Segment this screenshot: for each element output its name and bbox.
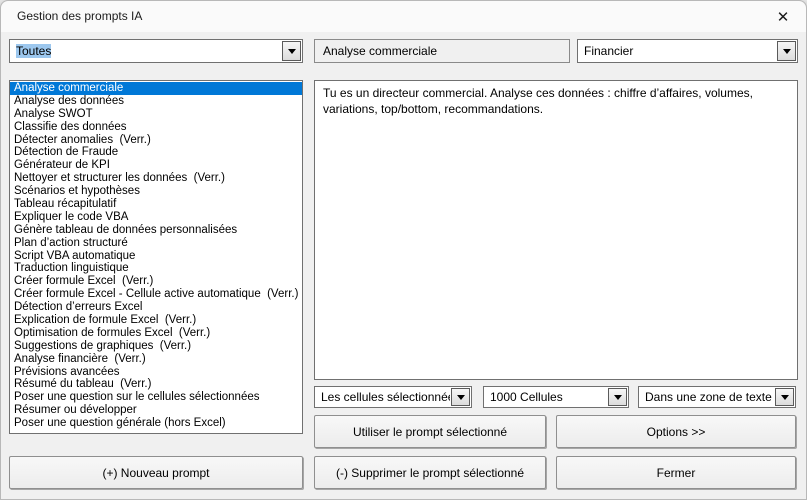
new-prompt-button[interactable]: (+) Nouveau prompt <box>9 456 303 489</box>
list-item[interactable]: Plan d’action structuré <box>10 237 302 250</box>
cells-limit-combobox[interactable]: 1000 Cellules <box>483 386 629 408</box>
output-target-value: Dans une zone de texte <box>639 387 774 407</box>
list-item[interactable]: Analyse commerciale <box>10 82 302 95</box>
category-filter-combobox[interactable]: Toutes <box>9 39 303 63</box>
prompt-list[interactable]: Analyse commercialeAnalyse des donnéesAn… <box>9 80 303 434</box>
title-bar: Gestion des prompts IA ✕ <box>1 1 806 32</box>
list-item[interactable]: Créer formule Excel (Verr.) <box>10 275 302 288</box>
window-title: Gestion des prompts IA <box>17 9 142 23</box>
prompt-name-field[interactable]: Analyse commerciale <box>314 39 570 63</box>
list-item[interactable]: Générateur de KPI <box>10 159 302 172</box>
list-item[interactable]: Créer formule Excel - Cellule active aut… <box>10 288 302 301</box>
scope-combobox[interactable]: Les cellules sélectionnées <box>314 386 472 408</box>
list-item[interactable]: Traduction linguistique <box>10 262 302 275</box>
list-item[interactable]: Détecter anomalies (Verr.) <box>10 134 302 147</box>
prompt-text-area[interactable]: Tu es un directeur commercial. Analyse c… <box>314 80 798 380</box>
list-item[interactable]: Résumé du tableau (Verr.) <box>10 378 302 391</box>
scope-value: Les cellules sélectionnées <box>315 387 450 407</box>
list-item[interactable]: Tableau récapitulatif <box>10 198 302 211</box>
list-item[interactable]: Script VBA automatique <box>10 250 302 263</box>
list-item[interactable]: Prévisions avancées <box>10 366 302 379</box>
category-filter-value: Toutes <box>10 40 281 62</box>
output-target-combobox[interactable]: Dans une zone de texte <box>638 386 796 408</box>
use-prompt-button[interactable]: Utiliser le prompt sélectionné <box>314 415 546 448</box>
list-item[interactable]: Optimisation de formules Excel (Verr.) <box>10 327 302 340</box>
list-item[interactable]: Résumer ou développer <box>10 404 302 417</box>
chevron-down-icon[interactable] <box>451 388 470 406</box>
chevron-down-icon[interactable] <box>608 388 627 406</box>
list-item[interactable]: Suggestions de graphiques (Verr.) <box>10 340 302 353</box>
close-dialog-button[interactable]: Fermer <box>556 456 796 489</box>
list-item[interactable]: Poser une question générale (hors Excel) <box>10 417 302 430</box>
list-item[interactable]: Nettoyer et structurer les données (Verr… <box>10 172 302 185</box>
list-item[interactable]: Classifie des données <box>10 121 302 134</box>
chevron-down-icon[interactable] <box>777 41 796 61</box>
options-button[interactable]: Options >> <box>556 415 796 448</box>
chevron-down-icon[interactable] <box>282 41 301 61</box>
list-item[interactable]: Analyse SWOT <box>10 108 302 121</box>
list-item[interactable]: Expliquer le code VBA <box>10 211 302 224</box>
prompt-name-value: Analyse commerciale <box>323 44 437 58</box>
prompt-manager-dialog: Gestion des prompts IA ✕ Toutes Analyse … <box>0 0 807 500</box>
chevron-down-icon[interactable] <box>775 388 794 406</box>
list-item[interactable]: Poser une question sur le cellules sélec… <box>10 391 302 404</box>
list-item[interactable]: Explication de formule Excel (Verr.) <box>10 314 302 327</box>
list-item[interactable]: Détection de Fraude <box>10 146 302 159</box>
list-item[interactable]: Scénarios et hypothèses <box>10 185 302 198</box>
close-icon[interactable]: ✕ <box>772 6 794 28</box>
delete-prompt-button[interactable]: (-) Supprimer le prompt sélectionné <box>314 456 546 489</box>
list-item[interactable]: Détection d’erreurs Excel <box>10 301 302 314</box>
list-item[interactable]: Analyse financière (Verr.) <box>10 353 302 366</box>
cells-limit-value: 1000 Cellules <box>484 387 607 407</box>
list-item[interactable]: Génère tableau de données personnalisées <box>10 224 302 237</box>
prompt-category-combobox[interactable]: Financier <box>577 39 798 63</box>
list-item[interactable]: Analyse des données <box>10 95 302 108</box>
prompt-category-value: Financier <box>578 40 776 62</box>
